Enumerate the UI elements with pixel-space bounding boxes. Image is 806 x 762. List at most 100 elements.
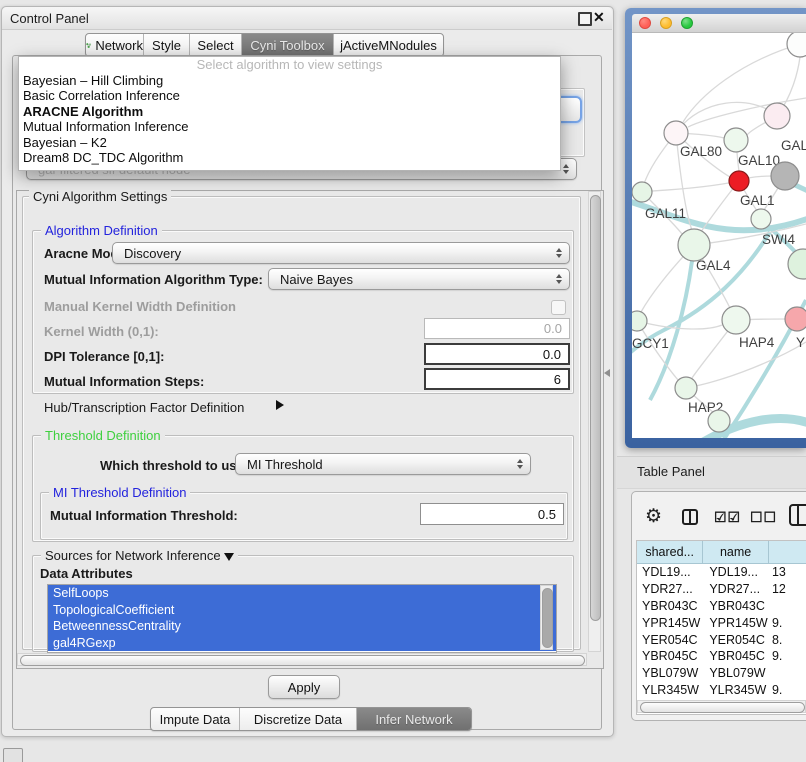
network-node-hap2[interactable] bbox=[675, 377, 697, 399]
network-node-gal80[interactable] bbox=[664, 121, 688, 145]
network-node-hap4[interactable] bbox=[722, 306, 750, 334]
kernel-width-field[interactable]: 0.0 bbox=[424, 318, 570, 339]
control-panel-title: Control Panel bbox=[10, 11, 89, 26]
table-row[interactable]: YLR345WYLR345W9. bbox=[637, 682, 806, 699]
columns-icon[interactable] bbox=[681, 508, 699, 526]
settings-horizontal-scrollbar[interactable] bbox=[17, 653, 587, 666]
attribute-item-gal4rgexp[interactable]: gal4RGexp bbox=[48, 635, 556, 652]
algorithm-option-bayesian-hill-climbing[interactable]: Bayesian – Hill Climbing bbox=[19, 73, 560, 88]
minimize-traffic-light-icon[interactable] bbox=[660, 17, 672, 29]
network-node-gal11[interactable] bbox=[632, 182, 652, 202]
zoom-traffic-light-icon[interactable] bbox=[681, 17, 693, 29]
network-node-gal10[interactable] bbox=[724, 128, 748, 152]
table-cell: YBR045C bbox=[637, 649, 703, 663]
tab-label: Cyni Toolbox bbox=[250, 38, 324, 53]
tab-discretize-data[interactable]: Discretize Data bbox=[240, 708, 357, 730]
attributes-vertical-scrollbar[interactable] bbox=[540, 585, 553, 650]
network-node-right-green[interactable] bbox=[788, 249, 806, 279]
tab-select[interactable]: Select bbox=[190, 34, 242, 56]
column-header-partial[interactable] bbox=[769, 541, 806, 564]
table-cell: YBR043C bbox=[703, 599, 769, 613]
attribute-item-betweennesscentrality[interactable]: BetweennessCentrality bbox=[48, 618, 556, 635]
tab-impute-data[interactable]: Impute Data bbox=[151, 708, 240, 730]
aracne-mode-value: Discovery bbox=[124, 246, 181, 261]
network-node-label-hap4: HAP4 bbox=[739, 335, 775, 350]
data-attributes-label: Data Attributes bbox=[40, 566, 133, 581]
table-body: YDL19...YDL19...13YDR27...YDR27...12YBR0… bbox=[637, 564, 806, 715]
mi-steps-field[interactable]: 6 bbox=[424, 368, 570, 390]
table-cell: YER054C bbox=[637, 633, 703, 647]
mi-algorithm-type-combo[interactable]: Naive Bayes bbox=[268, 268, 570, 290]
node-table[interactable]: shared...name YDL19...YDL19...13YDR27...… bbox=[636, 540, 806, 715]
combo-arrows-icon bbox=[517, 459, 523, 469]
table-cell: YDR27... bbox=[637, 582, 703, 596]
network-graph: GALGAL80GAL10GAL1GAL11SWI4GAL4GCY1HAP4YH… bbox=[632, 33, 806, 438]
attribute-item-selfloops[interactable]: SelfLoops bbox=[48, 585, 556, 602]
attribute-item-topologicalcoefficient[interactable]: TopologicalCoefficient bbox=[48, 602, 556, 619]
tab-style[interactable]: Style bbox=[144, 34, 190, 56]
table-cell: 9. bbox=[769, 616, 806, 630]
network-node-pink-right[interactable] bbox=[785, 307, 806, 331]
table-row[interactable]: YBR045CYBR045C9. bbox=[637, 648, 806, 665]
tab-jactivemnodules[interactable]: jActiveMNodules bbox=[334, 34, 443, 56]
tab-label: jActiveMNodules bbox=[340, 38, 437, 53]
network-node-bottom-partial[interactable] bbox=[708, 410, 730, 432]
column-header-shared[interactable]: shared... bbox=[637, 541, 703, 564]
network-canvas[interactable]: GALGAL80GAL10GAL1GAL11SWI4GAL4GCY1HAP4YH… bbox=[632, 33, 806, 438]
table-icon[interactable] bbox=[788, 503, 806, 527]
table-row[interactable]: YBL079WYBL079W bbox=[637, 665, 806, 682]
column-header-name[interactable]: name bbox=[703, 541, 769, 564]
mi-threshold-field[interactable]: 0.5 bbox=[420, 503, 564, 525]
table-horizontal-scrollbar[interactable] bbox=[637, 700, 806, 713]
minimized-panel-icon[interactable] bbox=[3, 748, 23, 762]
tab-infer-network[interactable]: Infer Network bbox=[357, 708, 471, 730]
table-cell: YPR145W bbox=[703, 616, 769, 630]
tab-label: Style bbox=[152, 38, 181, 53]
algorithm-option-dream8-dc-tdc-algorithm[interactable]: Dream8 DC_TDC Algorithm bbox=[19, 150, 560, 165]
network-icon bbox=[86, 39, 91, 52]
control-panel-titlebar[interactable] bbox=[2, 7, 612, 30]
aracne-mode-combo[interactable]: Discovery bbox=[112, 242, 570, 264]
table-row[interactable]: YPR145WYPR145W9. bbox=[637, 614, 806, 631]
settings-vertical-scrollbar[interactable] bbox=[588, 191, 601, 652]
network-node-label-gal80: GAL80 bbox=[680, 144, 722, 159]
algorithm-option-bayesian-k2[interactable]: Bayesian – K2 bbox=[19, 135, 560, 150]
network-node-top-partial[interactable] bbox=[787, 33, 806, 57]
algorithm-option-aracne-algorithm[interactable]: ARACNE Algorithm bbox=[19, 104, 560, 119]
table-row[interactable]: YER054CYER054C8. bbox=[637, 631, 806, 648]
close-panel-icon[interactable]: ✕ bbox=[593, 9, 605, 26]
network-window-titlebar[interactable] bbox=[632, 14, 806, 33]
apply-button[interactable]: Apply bbox=[268, 675, 340, 699]
float-panel-icon[interactable] bbox=[578, 12, 592, 26]
close-traffic-light-icon[interactable] bbox=[639, 17, 651, 29]
which-threshold-combo[interactable]: MI Threshold bbox=[235, 453, 531, 475]
dpi-tolerance-field[interactable]: 0.0 bbox=[424, 343, 570, 365]
network-node-label-gal4: GAL4 bbox=[696, 258, 731, 273]
algorithm-popup-placeholder: Select algorithm to view settings bbox=[19, 57, 560, 73]
network-node-gal-partial[interactable] bbox=[764, 103, 790, 129]
select-all-icon[interactable]: ☑☑ bbox=[714, 509, 741, 526]
algorithm-definition-title: Algorithm Definition bbox=[41, 223, 162, 238]
network-node-gal1[interactable] bbox=[729, 171, 749, 191]
network-node-gal4[interactable] bbox=[678, 229, 710, 261]
expand-arrow-icon[interactable] bbox=[276, 400, 284, 410]
collapse-arrow-icon[interactable] bbox=[224, 553, 234, 561]
algorithm-option-basic-correlation-inference[interactable]: Basic Correlation Inference bbox=[19, 88, 560, 103]
data-attributes-list[interactable]: SelfLoopsTopologicalCoefficientBetweenne… bbox=[47, 584, 557, 653]
gear-icon[interactable]: ⚙ bbox=[645, 505, 662, 528]
algorithm-option-mutual-information-inference[interactable]: Mutual Information Inference bbox=[19, 119, 560, 134]
network-node-label-gal11: GAL11 bbox=[645, 206, 686, 221]
tab-network[interactable]: Network bbox=[86, 34, 144, 56]
manual-kernel-width-checkbox[interactable] bbox=[551, 300, 566, 315]
tab-cyni-toolbox[interactable]: Cyni Toolbox bbox=[242, 34, 334, 56]
table-row[interactable]: YDR27...YDR27...12 bbox=[637, 581, 806, 598]
table-row[interactable]: YBR043CYBR043C bbox=[637, 598, 806, 615]
deselect-all-icon[interactable]: ☐☐ bbox=[750, 509, 777, 526]
which-threshold-label: Which threshold to use: bbox=[100, 458, 248, 473]
network-node-gcy1[interactable] bbox=[632, 311, 647, 331]
splitter-collapse-icon[interactable] bbox=[604, 369, 610, 377]
network-node-swi4[interactable] bbox=[751, 209, 771, 229]
table-row[interactable]: YDL19...YDL19...13 bbox=[637, 564, 806, 581]
table-cell: 9. bbox=[769, 649, 806, 663]
network-node-gray-node[interactable] bbox=[771, 162, 799, 190]
